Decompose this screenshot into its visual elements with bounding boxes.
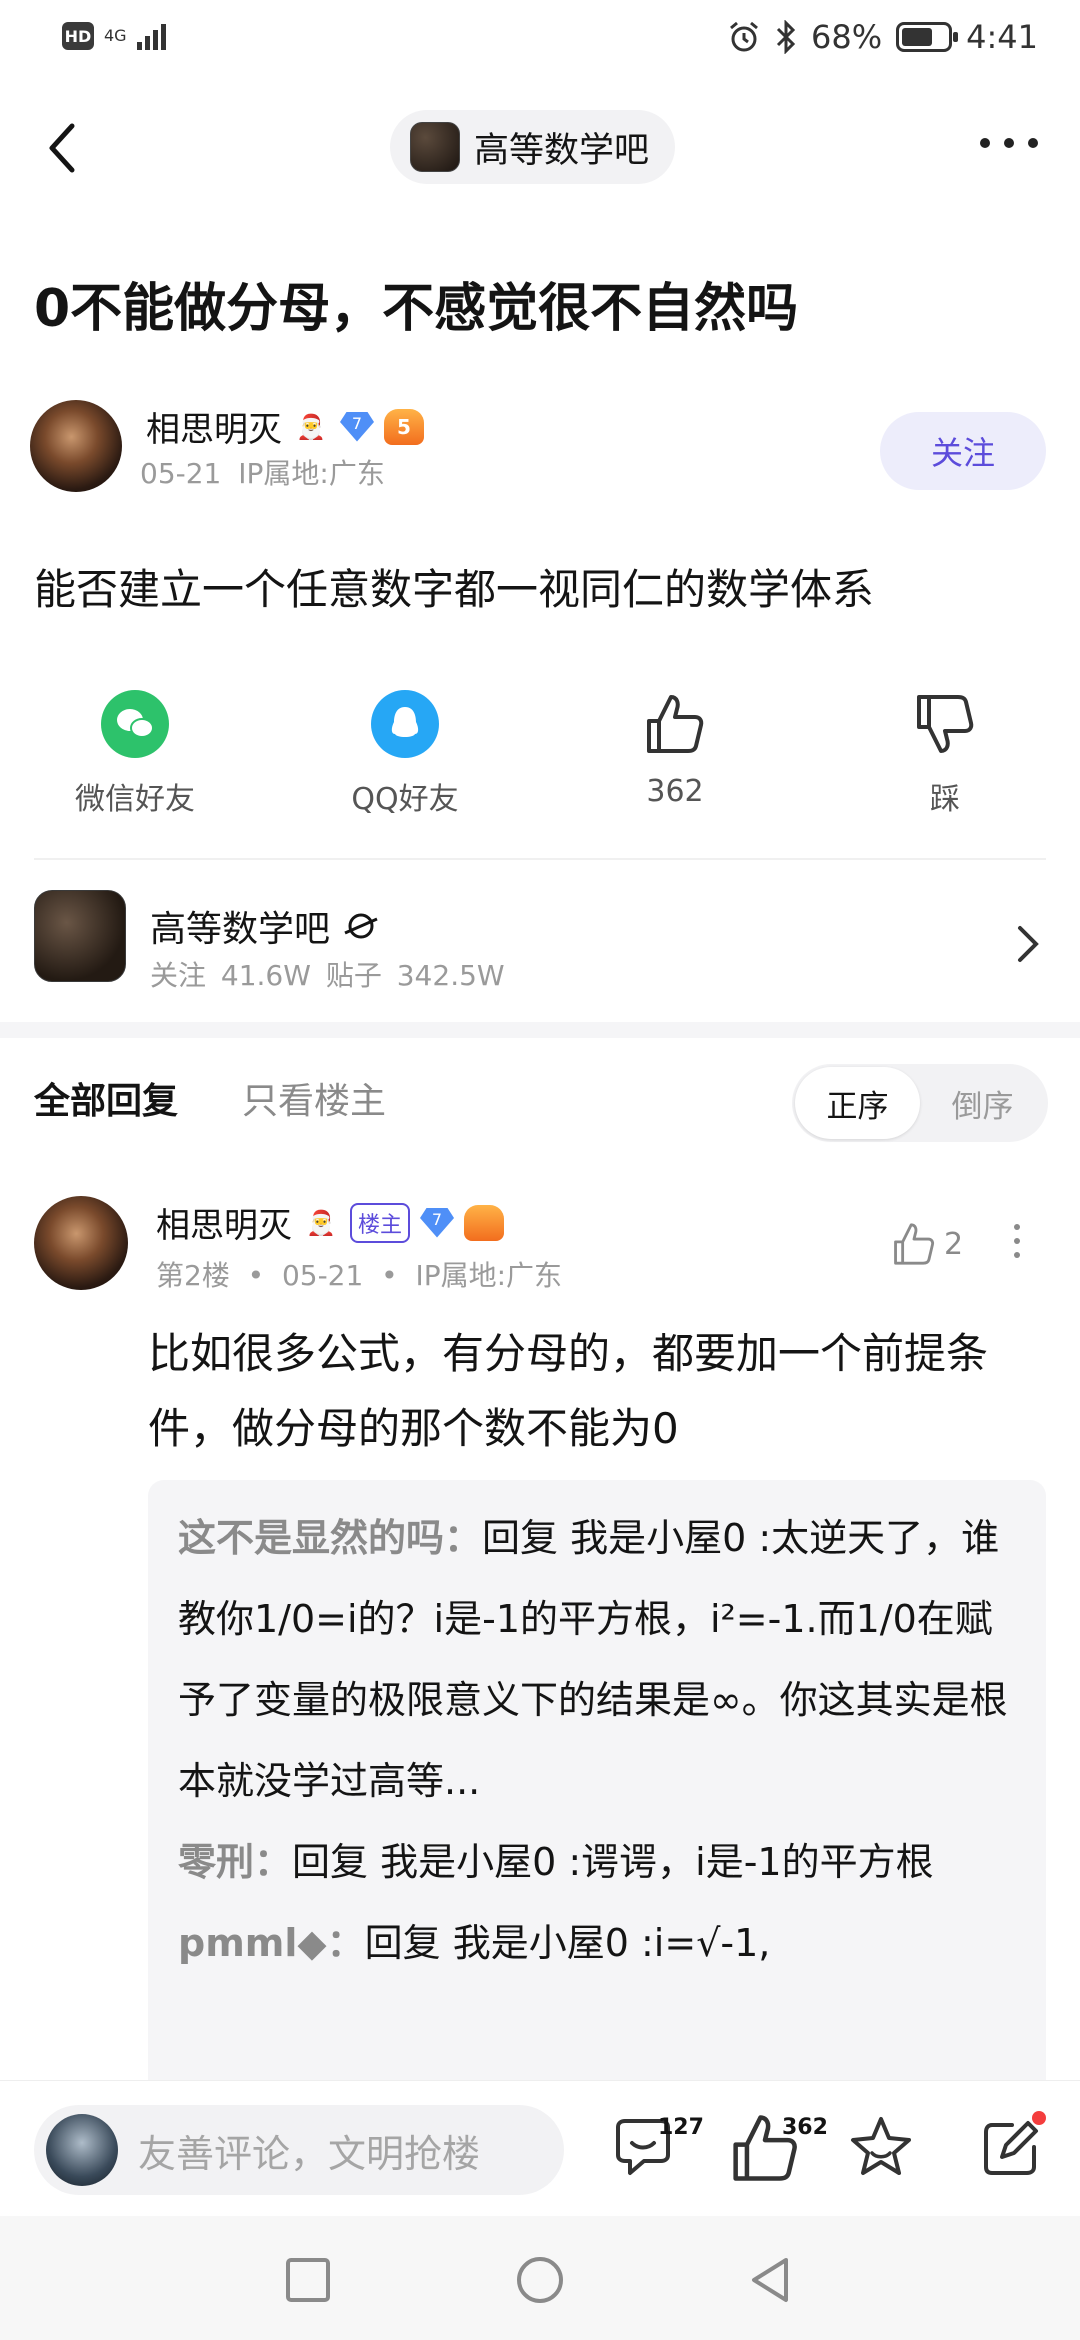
reply-text: 比如很多公式，有分母的，都要加一个前提条件，做分母的那个数不能为0: [148, 1329, 989, 1453]
status-right: 68% 4:41: [727, 18, 1038, 56]
sort-descending[interactable]: 倒序: [920, 1067, 1045, 1139]
planet-icon: [344, 913, 378, 939]
level-badge-icon: [464, 1204, 505, 1241]
status-left: HD 4G: [62, 22, 173, 50]
share-actions: 微信好友 QQ好友 362 踩: [0, 690, 1080, 830]
network-type: 4G: [104, 26, 127, 45]
sub-reply-text: 回复 我是小屋0 :i=√-1,: [364, 1921, 771, 1965]
star-icon[interactable]: [846, 2113, 916, 2183]
post-body: 能否建立一个任意数字都一视同仁的数学体系: [34, 565, 875, 614]
forum-card-thumbnail: [34, 890, 126, 982]
status-bar: HD 4G 68% 4:41: [0, 0, 1080, 84]
back-icon[interactable]: [42, 120, 82, 176]
author-meta: 05-21 IP属地:广东: [140, 452, 385, 492]
chevron-right-icon: [1018, 926, 1039, 962]
my-avatar: [46, 2114, 118, 2186]
notification-dot: [1032, 2111, 1046, 2125]
forum-thumbnail: [410, 122, 460, 172]
follow-button[interactable]: 关注: [880, 412, 1046, 490]
battery-icon: [896, 22, 959, 52]
signal-icon: [136, 24, 166, 50]
reply-date: 05-21: [281, 1259, 364, 1292]
recents-icon[interactable]: [282, 2254, 334, 2306]
sub-reply-author[interactable]: 零刑：: [178, 1840, 292, 1884]
avatar[interactable]: [30, 400, 122, 492]
clock: 4:41: [966, 18, 1038, 56]
dislike-button[interactable]: 踩: [845, 690, 1045, 818]
like-button[interactable]: 362: [575, 690, 775, 809]
author-name[interactable]: 相思明灭: [146, 402, 282, 451]
like-count: 362: [646, 774, 704, 809]
gem-badge-icon: 7: [340, 411, 374, 442]
alarm-icon: [730, 21, 758, 52]
bluetooth-icon: [776, 20, 796, 54]
sub-reply-author[interactable]: pmml◆：: [178, 1921, 365, 1965]
system-nav-bar: [0, 2216, 1080, 2340]
reply-like-count: 2: [944, 1226, 964, 1262]
santa-icon: 🎅: [296, 412, 326, 441]
sub-reply: pmml◆：回复 我是小屋0 :i=√-1,: [178, 1903, 1016, 1984]
tab-all-replies[interactable]: 全部回复: [34, 1072, 178, 1124]
divider: [34, 858, 1046, 860]
share-wechat-button[interactable]: 微信好友: [35, 690, 235, 818]
reply-more-icon[interactable]: [1014, 1224, 1020, 1258]
comment-input[interactable]: 友善评论，文明抢楼: [34, 2105, 564, 2195]
thumbs-up-icon: [647, 695, 704, 753]
forum-card-stats: 关注 41.6W 贴子 342.5W: [150, 954, 505, 994]
post-date: 05-21: [140, 457, 222, 490]
wechat-label: 微信好友: [75, 782, 195, 817]
thumbs-up-icon: [894, 1223, 935, 1265]
forum-card-name: 高等数学吧: [150, 909, 331, 950]
sort-ascending[interactable]: 正序: [795, 1067, 920, 1139]
reply-floor: 第2楼: [156, 1259, 230, 1292]
section-separator: [0, 1022, 1080, 1038]
author-name-row: 相思明灭 🎅 7 5: [146, 402, 424, 451]
tab-op-only[interactable]: 只看楼主: [242, 1072, 386, 1124]
gem-badge-icon: 7: [420, 1207, 455, 1238]
forum-posts: 贴子 342.5W: [325, 959, 505, 992]
forum-card-name-row: 高等数学吧: [150, 900, 380, 952]
sort-toggle: 正序 倒序: [792, 1064, 1048, 1142]
forum-followers: 关注 41.6W: [150, 959, 311, 992]
comment-count: 127: [658, 2115, 704, 2140]
level-badge-icon: 5: [384, 408, 424, 445]
home-icon[interactable]: [514, 2254, 566, 2306]
reply-like-button[interactable]: 2: [892, 1222, 963, 1266]
sub-reply-text: 回复 我是小屋0 :谔谔，i是-1的平方根: [292, 1840, 934, 1884]
reply-meta: 第2楼 • 05-21 • IP属地:广东: [156, 1259, 563, 1292]
reply-ip: IP属地:广东: [415, 1259, 563, 1292]
back-nav-icon[interactable]: [744, 2254, 796, 2306]
qq-icon: [371, 690, 439, 758]
post-ip: IP属地:广东: [238, 457, 385, 490]
reply-avatar[interactable]: [34, 1196, 128, 1290]
forum-pill-name: 高等数学吧: [474, 130, 650, 171]
op-tag: 楼主: [350, 1202, 411, 1243]
hd-badge: HD: [62, 22, 94, 50]
reply-author[interactable]: 相思明灭: [156, 1198, 292, 1247]
qq-label: QQ好友: [351, 782, 459, 817]
sub-reply: 这不是显然的吗：回复 我是小屋0 :太逆天了，谁教你1/0=i的？i是-1的平方…: [178, 1498, 1016, 1822]
forum-pill[interactable]: 高等数学吧: [390, 110, 676, 184]
wechat-icon: [101, 690, 169, 758]
reply-name-row: 相思明灭 🎅 楼主 7: [156, 1198, 505, 1247]
share-qq-button[interactable]: QQ好友: [305, 690, 505, 818]
reply-tabs: 全部回复 只看楼主: [34, 1072, 386, 1124]
dislike-label: 踩: [930, 782, 960, 817]
battery-percent: 68%: [811, 18, 883, 56]
bottom-comment-bar: 友善评论，文明抢楼 127 362: [0, 2080, 1080, 2216]
thumbs-down-icon: [917, 695, 974, 753]
sub-replies[interactable]: 这不是显然的吗：回复 我是小屋0 :太逆天了，谁教你1/0=i的？i是-1的平方…: [148, 1480, 1046, 2120]
comment-placeholder: 友善评论，文明抢楼: [138, 2131, 481, 2176]
post-title: 0不能做分母，不感觉很不自然吗: [34, 279, 799, 339]
more-icon[interactable]: [980, 138, 1038, 148]
top-nav: 高等数学吧: [0, 100, 1080, 196]
forum-card[interactable]: 高等数学吧 关注 41.6W 贴子 342.5W: [34, 888, 1046, 992]
sub-reply: 零刑：回复 我是小屋0 :谔谔，i是-1的平方根: [178, 1822, 1016, 1903]
sub-reply-author[interactable]: 这不是显然的吗：: [178, 1516, 482, 1560]
battery-level: [902, 28, 933, 46]
santa-icon: 🎅: [306, 1208, 336, 1237]
bottom-like-count: 362: [782, 2115, 828, 2140]
